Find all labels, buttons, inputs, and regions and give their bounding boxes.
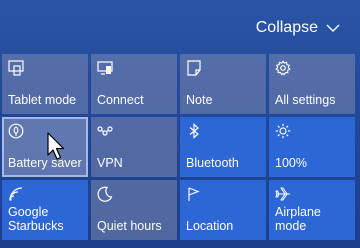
tile-label: Tablet mode [8, 93, 77, 107]
vpn-icon [97, 126, 113, 136]
tile-vpn[interactable]: VPN [91, 117, 177, 177]
tile-label: Quiet hours [97, 219, 162, 233]
tile-label: Airplane mode [275, 205, 321, 233]
tile-label: VPN [97, 156, 123, 170]
wifi-icon [9, 187, 23, 201]
tile-note[interactable]: Note [180, 54, 266, 114]
tile-brightness[interactable]: 100% [269, 117, 355, 177]
tile-label: Connect [97, 93, 144, 107]
tile-label: Note [186, 93, 213, 107]
tile-quiet-hours[interactable]: Quiet hours [91, 180, 177, 240]
brightness-icon [275, 123, 291, 139]
moon-icon [97, 186, 113, 202]
gear-icon [275, 60, 291, 76]
tile-location[interactable]: Location [180, 180, 266, 240]
battery-saver-icon [8, 123, 24, 139]
tile-tablet-mode[interactable]: Tablet mode [2, 54, 88, 114]
bluetooth-icon [189, 123, 199, 139]
tile-label: Google Starbucks [8, 205, 64, 233]
tablet-mode-icon [8, 60, 24, 76]
collapse-label: Collapse [255, 19, 318, 36]
quick-actions-grid: Tablet mode Connect Note All settings Ba… [2, 54, 355, 240]
tile-all-settings[interactable]: All settings [269, 54, 355, 114]
chevron-down-icon [326, 24, 340, 32]
tile-label: Location [186, 219, 234, 233]
tile-label: Bluetooth [186, 156, 239, 170]
location-icon [188, 187, 200, 201]
note-icon [187, 60, 201, 76]
tile-label: All settings [275, 93, 336, 107]
tile-battery-saver[interactable]: Battery saver [2, 117, 88, 177]
tile-connect[interactable]: Connect [91, 54, 177, 114]
tile-label: 100% [275, 156, 307, 170]
tile-bluetooth[interactable]: Bluetooth [180, 117, 266, 177]
collapse-button[interactable]: Collapse [256, 19, 340, 37]
tile-airplane-mode[interactable]: Airplane mode [269, 180, 355, 240]
tile-wifi[interactable]: Google Starbucks [2, 180, 88, 240]
airplane-icon [275, 187, 290, 201]
connect-icon [97, 61, 113, 75]
tile-label: Battery saver [8, 156, 82, 170]
